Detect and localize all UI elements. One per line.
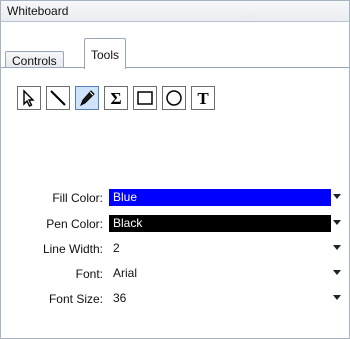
rectangle-icon <box>137 91 153 105</box>
pen-icon <box>80 90 95 107</box>
font-size-label: Font Size: <box>48 292 103 306</box>
font-row: Font: Arial <box>1 264 349 284</box>
line-icon <box>50 90 66 106</box>
tab-tools[interactable]: Tools <box>84 38 127 69</box>
select-tool-button[interactable] <box>17 86 41 110</box>
ellipse-tool-button[interactable] <box>162 86 186 110</box>
font-select[interactable]: Arial <box>109 265 331 282</box>
tab-tools-label: Tools <box>91 48 120 62</box>
line-width-dropdown-arrow-icon[interactable] <box>333 245 341 250</box>
tab-controls[interactable]: Controls <box>5 51 64 68</box>
line-width-label: Line Width: <box>42 242 103 256</box>
font-size-row: Font Size: 36 <box>1 289 349 309</box>
sigma-icon: Σ <box>110 89 121 108</box>
select-pointer-icon <box>23 89 35 107</box>
font-dropdown-arrow-icon[interactable] <box>333 270 341 275</box>
tab-controls-label: Controls <box>12 54 57 68</box>
fill-color-label: Fill Color: <box>52 191 103 205</box>
line-width-row: Line Width: 2 <box>1 239 349 259</box>
formula-tool-button[interactable]: Σ <box>104 86 128 110</box>
svg-text:Σ: Σ <box>110 89 121 108</box>
fill-color-select[interactable]: Blue <box>109 189 331 206</box>
text-tool-button[interactable]: T <box>191 86 215 110</box>
line-width-select[interactable]: 2 <box>109 240 331 257</box>
fill-color-row: Fill Color: Blue <box>1 188 349 208</box>
svg-text:T: T <box>197 89 209 108</box>
pen-color-label: Pen Color: <box>46 217 103 231</box>
font-label: Font: <box>75 267 103 281</box>
pen-color-row: Pen Color: Black <box>1 214 349 234</box>
ellipse-icon <box>166 90 182 106</box>
fill-color-dropdown-arrow-icon[interactable] <box>333 194 341 199</box>
line-tool-button[interactable] <box>46 86 70 110</box>
pen-tool-button[interactable] <box>75 86 99 110</box>
rectangle-tool-button[interactable] <box>133 86 157 110</box>
title-bar: Whiteboard <box>1 1 349 22</box>
font-size-dropdown-arrow-icon[interactable] <box>333 295 341 300</box>
window-title: Whiteboard <box>7 4 69 18</box>
text-icon: T <box>197 89 209 108</box>
font-size-select[interactable]: 36 <box>109 290 331 307</box>
pen-color-dropdown-arrow-icon[interactable] <box>333 220 341 225</box>
pen-color-select[interactable]: Black <box>109 215 331 232</box>
tab-divider <box>1 67 349 68</box>
whiteboard-panel: Whiteboard Controls Tools Σ T Fill Color… <box>0 0 350 339</box>
